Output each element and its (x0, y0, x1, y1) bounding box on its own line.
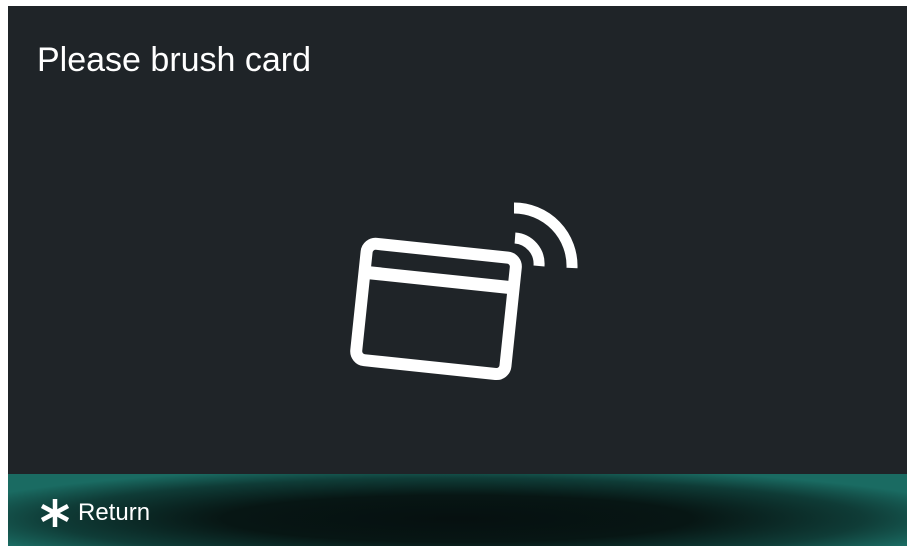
page-title: Please brush card (37, 41, 312, 79)
return-button[interactable]: Return (38, 493, 150, 533)
wireless-waves-icon (513, 202, 578, 269)
contactless-card-icon (350, 202, 578, 381)
footer-bar: Return (8, 474, 907, 546)
card-icon (350, 237, 522, 381)
asterisk-icon (40, 499, 70, 527)
return-label: Return (78, 499, 151, 526)
card-prompt-screen: Please brush card Return (8, 6, 907, 546)
